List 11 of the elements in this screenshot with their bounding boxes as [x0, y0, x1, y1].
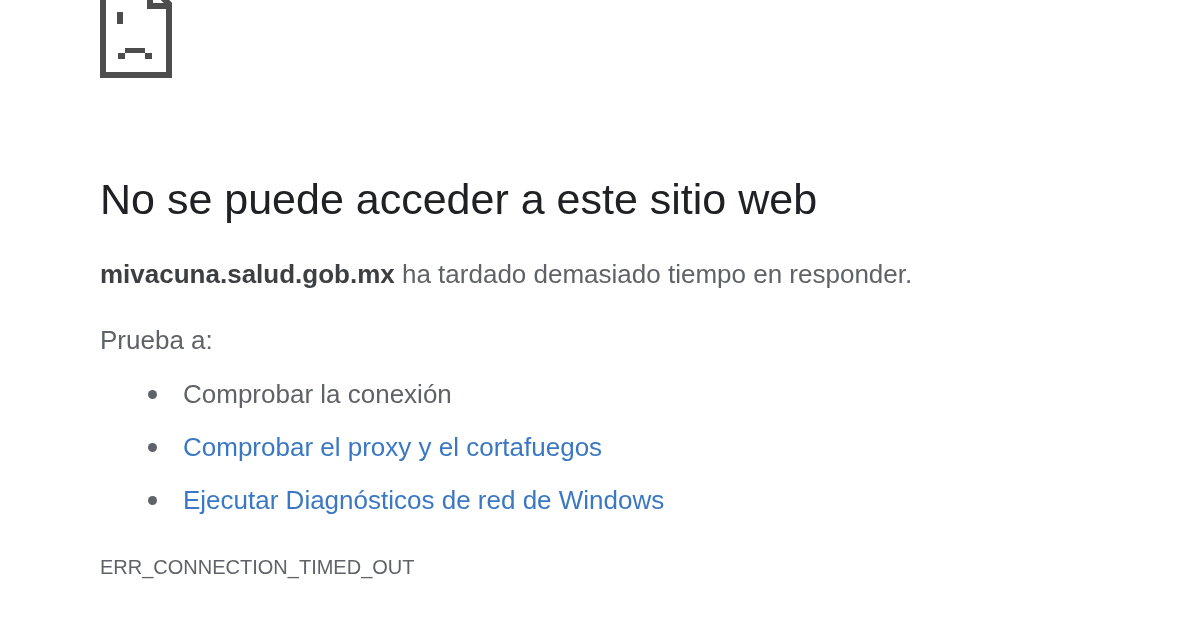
error-code: ERR_CONNECTION_TIMED_OUT — [100, 555, 416, 579]
bullet-icon — [148, 496, 157, 505]
sad-page-icon — [100, 0, 172, 78]
suggestions-label: Prueba a: — [100, 324, 214, 357]
error-message: mivacuna.salud.gob.mx ha tardado demasiado tiempo en responder. — [100, 258, 914, 291]
bullet-icon — [148, 390, 157, 399]
suggestion-link[interactable]: Ejecutar Diagnósticos de red de Windows — [183, 481, 665, 520]
error-heading: No se puede acceder a este sitio web — [100, 174, 819, 225]
suggestion-text: Comprobar la conexión — [183, 378, 452, 411]
bullet-icon — [148, 443, 157, 452]
suggestion-link[interactable]: Comprobar el proxy y el cortafuegos — [183, 428, 603, 467]
